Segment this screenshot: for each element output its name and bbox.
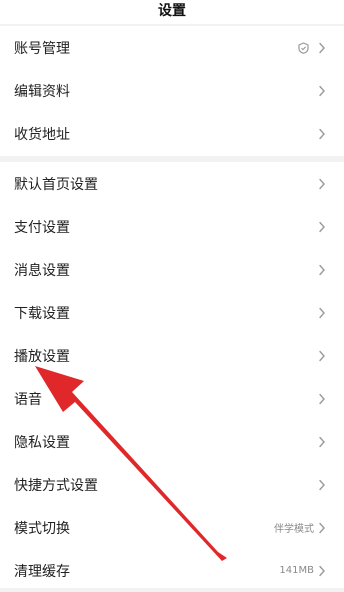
account-settings-group: 账号管理 编辑资料 收货地址 bbox=[0, 26, 344, 156]
chevron-right-icon bbox=[319, 393, 325, 404]
settings-row-label: 支付设置 bbox=[14, 219, 70, 236]
settings-row-label: 语音 bbox=[14, 391, 42, 408]
settings-row-shipping-address[interactable]: 收货地址 bbox=[0, 112, 344, 155]
chevron-right-icon bbox=[319, 565, 325, 576]
chevron-right-icon bbox=[319, 42, 325, 53]
chevron-right-icon bbox=[319, 264, 325, 275]
account-security-icon bbox=[298, 41, 309, 54]
settings-row-label: 编辑资料 bbox=[14, 83, 70, 100]
chevron-right-icon bbox=[319, 522, 325, 533]
settings-row-voice[interactable]: 语音 bbox=[0, 377, 344, 420]
settings-row-label: 收货地址 bbox=[14, 126, 70, 143]
settings-row-label: 播放设置 bbox=[14, 348, 70, 365]
settings-row-account-management[interactable]: 账号管理 bbox=[0, 26, 344, 69]
settings-row-payment[interactable]: 支付设置 bbox=[0, 205, 344, 248]
settings-row-label: 清理缓存 bbox=[14, 563, 70, 580]
settings-row-label: 下载设置 bbox=[14, 305, 70, 322]
settings-row-label: 模式切换 bbox=[14, 520, 70, 537]
chevron-right-icon bbox=[319, 350, 325, 361]
chevron-right-icon bbox=[319, 128, 325, 139]
chevron-right-icon bbox=[319, 221, 325, 232]
settings-row-messages[interactable]: 消息设置 bbox=[0, 248, 344, 291]
chevron-right-icon bbox=[319, 307, 325, 318]
settings-row-default-home[interactable]: 默认首页设置 bbox=[0, 162, 344, 205]
settings-row-label: 默认首页设置 bbox=[14, 176, 98, 193]
top-bar: 设置 bbox=[0, 0, 344, 24]
settings-row-mode-switch[interactable]: 模式切换 伴学模式 bbox=[0, 506, 344, 549]
chevron-right-icon bbox=[319, 85, 325, 96]
settings-row-shortcuts[interactable]: 快捷方式设置 bbox=[0, 463, 344, 506]
settings-row-edit-profile[interactable]: 编辑资料 bbox=[0, 69, 344, 112]
settings-row-value: 141MB bbox=[279, 565, 314, 576]
chevron-right-icon bbox=[319, 479, 325, 490]
chevron-right-icon bbox=[319, 436, 325, 447]
page-title: 设置 bbox=[158, 3, 186, 19]
settings-row-playback[interactable]: 播放设置 bbox=[0, 334, 344, 377]
chevron-right-icon bbox=[319, 178, 325, 189]
settings-row-privacy[interactable]: 隐私设置 bbox=[0, 420, 344, 463]
app-settings-group: 默认首页设置 支付设置 消息设置 下载设置 播放设置 语音 隐私设置 快捷方式设… bbox=[0, 162, 344, 588]
settings-row-download[interactable]: 下载设置 bbox=[0, 291, 344, 334]
settings-row-label: 隐私设置 bbox=[14, 434, 70, 451]
settings-row-value: 伴学模式 bbox=[274, 524, 314, 535]
settings-row-clear-cache[interactable]: 清理缓存 141MB bbox=[0, 549, 344, 592]
settings-row-label: 消息设置 bbox=[14, 262, 70, 279]
settings-row-label: 账号管理 bbox=[14, 40, 70, 57]
settings-row-label: 快捷方式设置 bbox=[14, 477, 98, 494]
